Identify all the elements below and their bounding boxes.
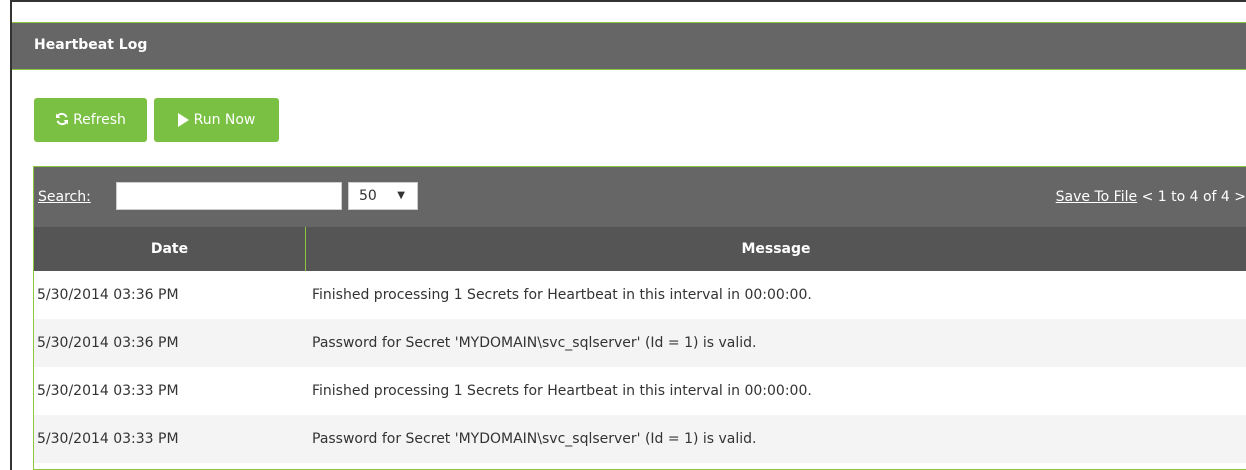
heartbeat-log-grid: Search: 50 ▼ Save To File < 1 to 4 of 4 … [33, 166, 1246, 470]
chevron-down-icon: ▼ [397, 190, 405, 201]
save-to-file-link[interactable]: Save To File [1056, 189, 1137, 205]
table-row: 5/30/2014 03:33 PM Finished processing 1… [34, 367, 1246, 415]
pager: Save To File < 1 to 4 of 4 > [1056, 189, 1246, 205]
column-header-message[interactable]: Message [306, 227, 1246, 271]
table-row: 5/30/2014 03:36 PM Finished processing 1… [34, 271, 1246, 319]
cell-date: 5/30/2014 03:36 PM [37, 335, 179, 351]
refresh-button-label: Refresh [73, 112, 126, 128]
run-now-button-label: Run Now [193, 112, 256, 128]
page-size-value: 50 [359, 188, 377, 204]
panel-title: Heartbeat Log [34, 37, 148, 53]
search-input[interactable] [116, 182, 342, 210]
refresh-icon [55, 112, 69, 129]
cell-date: 5/30/2014 03:33 PM [37, 383, 179, 399]
cell-message: Password for Secret 'MYDOMAIN\svc_sqlser… [312, 335, 757, 351]
run-now-button[interactable]: Run Now [154, 98, 279, 142]
cell-date: 5/30/2014 03:36 PM [37, 287, 179, 303]
panel-header: Heartbeat Log [12, 22, 1246, 70]
cell-message: Password for Secret 'MYDOMAIN\svc_sqlser… [312, 431, 757, 447]
play-icon [177, 113, 189, 127]
page-size-select[interactable]: 50 ▼ [348, 182, 418, 210]
cell-date: 5/30/2014 03:33 PM [37, 431, 179, 447]
table-header: Date Message [34, 227, 1246, 271]
column-header-date[interactable]: Date [34, 227, 306, 271]
grid-toolbar: Search: 50 ▼ Save To File < 1 to 4 of 4 … [34, 167, 1246, 227]
table-row: 5/30/2014 03:33 PM Password for Secret '… [34, 415, 1246, 463]
search-label[interactable]: Search: [38, 189, 91, 205]
cell-message: Finished processing 1 Secrets for Heartb… [312, 383, 812, 399]
refresh-button[interactable]: Refresh [34, 98, 147, 142]
table-row: 5/30/2014 03:36 PM Password for Secret '… [34, 319, 1246, 367]
cell-message: Finished processing 1 Secrets for Heartb… [312, 287, 812, 303]
pager-text[interactable]: < 1 to 4 of 4 > [1142, 189, 1246, 205]
